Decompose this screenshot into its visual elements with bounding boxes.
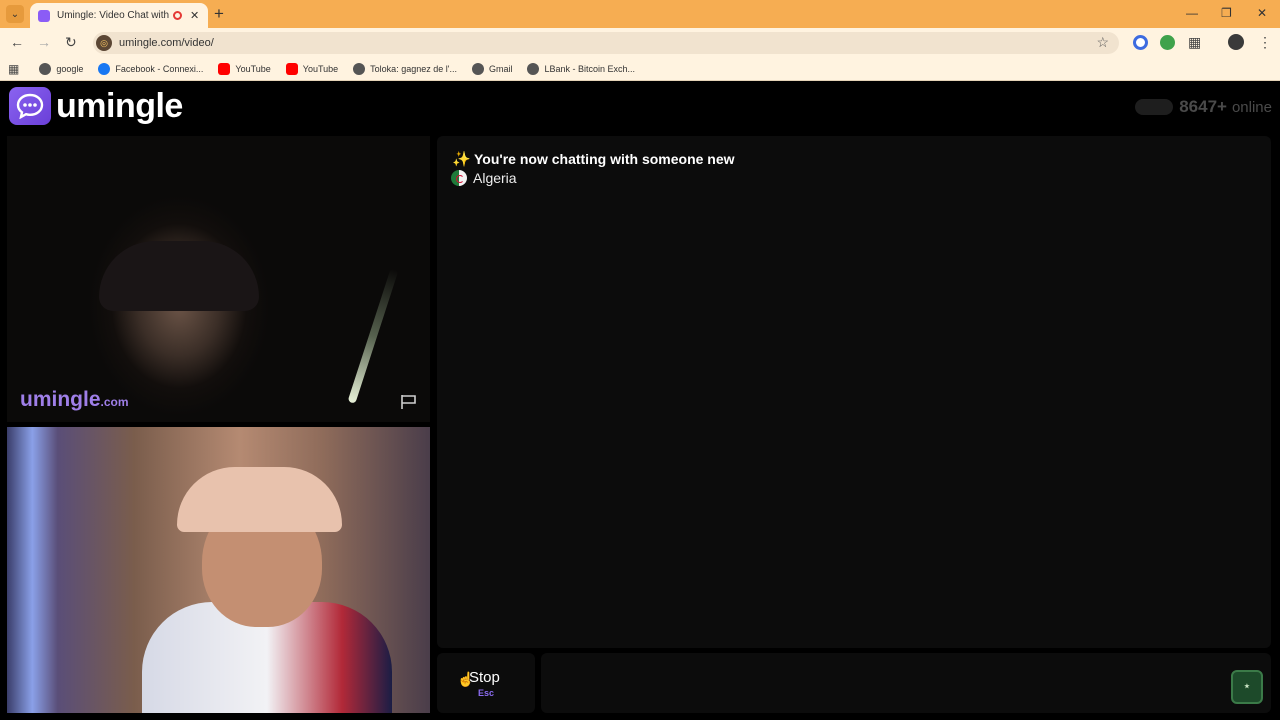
online-count: 8647+ [1179,97,1227,116]
bookmark-label: Toloka: gagnez de l'... [370,64,457,74]
self-person-cap [177,467,342,532]
menu-kebab-icon[interactable]: ⋮ [1258,34,1272,51]
restore-button[interactable]: ❐ [1221,6,1232,20]
bookmark-label: LBank - Bitcoin Exch... [544,64,636,74]
globe-icon [39,63,52,75]
bookmark-star-icon[interactable]: ☆ [1096,34,1109,51]
sparkles-icon: ✨ [452,151,471,168]
youtube-icon [285,63,298,75]
back-arrow-icon[interactable]: ← [10,34,24,50]
minimize-button[interactable]: — [1186,6,1198,20]
online-indicator: 8647+ online [1135,97,1272,117]
browser-tab-bar: ⌄ Umingle: Video Chat with St ✕ + — ❐ ✕ [0,0,1280,28]
bookmark-label: Gmail [488,64,513,74]
tab-title: Umingle: Video Chat with St [57,10,169,21]
reload-icon[interactable]: ↻ [65,34,77,51]
online-label: online [1231,98,1272,116]
globe-icon [527,63,540,75]
bookmarks-bar: ▦ google Facebook - Connexi... YouTube Y… [0,58,1280,81]
algeria-flag-icon [451,170,467,186]
message-input[interactable] [541,653,1271,713]
apps-grid-icon[interactable]: ▦ [8,62,19,76]
watermark-text: umingle [20,388,101,411]
overlay-badge-icon: ★ [1231,670,1263,704]
stop-label: Stop [469,669,500,686]
bookmark-label: google [56,64,84,74]
report-flag-icon[interactable] [400,394,418,410]
bookmark-item[interactable]: google [39,63,83,75]
bookmark-label: Facebook - Connexi... [115,64,204,74]
url-text[interactable]: umingle.com/video/ [119,37,214,49]
forward-arrow-icon[interactable]: → [37,34,51,50]
stranger-person [99,241,259,311]
globe-icon [471,63,484,75]
bookmark-item[interactable]: LBank - Bitcoin Exch... [527,63,635,75]
close-tab-icon[interactable]: ✕ [190,9,199,22]
site-info-icon[interactable]: ◎ [96,35,112,51]
profile-avatar[interactable] [1228,34,1244,50]
self-video [7,427,430,713]
browser-toolbar: ← → ↻ ◎ umingle.com/video/ ☆ ▦ ⋮ [0,28,1280,58]
stranger-video: umingle.com [7,136,430,422]
close-window-button[interactable]: ✕ [1257,6,1267,20]
chat-bubble-icon[interactable] [9,87,51,125]
umingle-favicon [38,9,50,22]
extensions-puzzle-icon[interactable]: ▦ [1188,34,1201,51]
chat-panel: ✨ You're now chatting with someone new A… [437,136,1271,648]
logo-text[interactable]: umingle [56,87,183,126]
online-toggle-icon [1135,99,1174,115]
extension-icon[interactable] [1133,35,1148,50]
youtube-icon [218,63,231,75]
address-bar[interactable]: ◎ umingle.com/video/ ☆ [93,32,1119,54]
facebook-icon [98,63,111,75]
bookmark-label: YouTube [235,64,271,74]
recording-icon [173,11,182,20]
stop-shortcut: Esc [478,688,495,698]
bookmark-item[interactable]: YouTube [285,63,339,75]
status-message: You're now chatting with someone new [474,151,735,167]
new-tab-button[interactable]: + [214,4,224,24]
bookmark-item[interactable]: Toloka: gagnez de l'... [353,63,457,75]
stranger-country: Algeria [451,170,517,186]
tab-search-icon[interactable]: ⌄ [6,5,24,23]
bookmark-item[interactable]: Facebook - Connexi... [98,63,203,75]
watermark-suffix: .com [100,395,129,409]
extension-icon[interactable] [1160,35,1175,50]
bookmark-item[interactable]: YouTube [218,63,271,75]
country-name: Algeria [473,170,517,186]
video-watermark: umingle.com [20,388,129,412]
bookmark-label: YouTube [302,64,339,74]
stop-button[interactable]: ☝ Stop Esc [437,653,535,713]
browser-tab[interactable]: Umingle: Video Chat with St ✕ [30,3,208,28]
globe-icon [353,63,366,75]
umingle-app: umingle 8647+ online umingle.com ✨ You'r… [0,82,1280,720]
light-streak [347,268,399,404]
bookmark-item[interactable]: Gmail [471,63,513,75]
